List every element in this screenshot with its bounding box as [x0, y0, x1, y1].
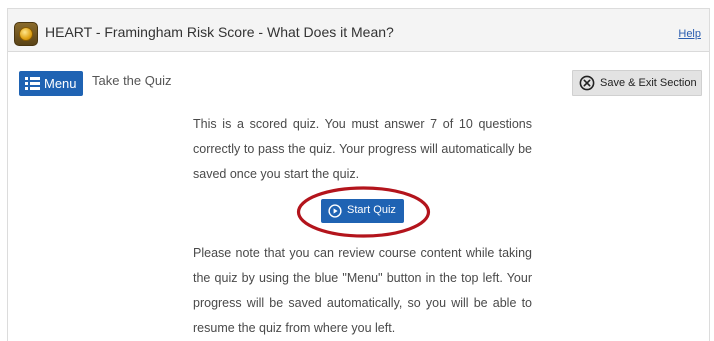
save-exit-label: Save & Exit Section	[600, 77, 697, 89]
menu-button-label: Menu	[44, 76, 77, 91]
help-link[interactable]: Help	[678, 28, 701, 40]
quiz-note-text: Please note that you can review course c…	[193, 246, 532, 335]
start-quiz-button[interactable]: Start Quiz	[321, 199, 404, 223]
page-title: Take the Quiz	[92, 73, 172, 88]
title-bar: HEART - Framingham Risk Score - What Doe…	[8, 9, 709, 52]
start-quiz-label: Start Quiz	[347, 204, 396, 216]
list-menu-icon	[25, 77, 40, 90]
menu-button[interactable]: Menu	[19, 71, 83, 96]
coin-face	[19, 27, 33, 41]
save-exit-button[interactable]: Save & Exit Section	[572, 70, 702, 96]
window-title: HEART - Framingham Risk Score - What Doe…	[45, 24, 394, 40]
quiz-intro-text: This is a scored quiz. You must answer 7…	[193, 117, 532, 181]
coin-icon	[14, 22, 38, 46]
app-frame: HEART - Framingham Risk Score - What Doe…	[7, 8, 710, 341]
circle-x-icon	[579, 75, 595, 91]
play-circle-icon	[328, 204, 342, 218]
